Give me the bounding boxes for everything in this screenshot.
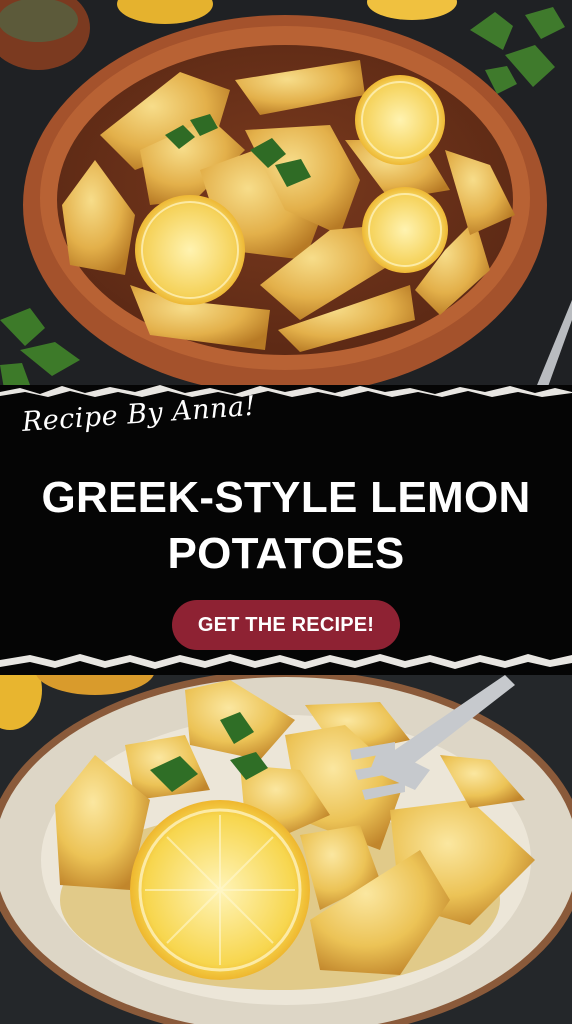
clay-dish-illustration xyxy=(0,0,572,400)
recipe-title-line-2: POTATOES xyxy=(167,529,405,578)
bottom-food-photo xyxy=(0,650,572,1024)
lemon-slice xyxy=(130,800,310,980)
torn-paper-edge-top xyxy=(0,385,572,404)
get-recipe-button[interactable]: GET THE RECIPE! xyxy=(172,600,400,650)
top-food-photo xyxy=(0,0,572,400)
recipe-title-line-1: GREEK-STYLE LEMON xyxy=(41,473,531,522)
plate-illustration xyxy=(0,650,572,1024)
recipe-title: GREEK-STYLE LEMON POTATOES xyxy=(0,470,572,582)
